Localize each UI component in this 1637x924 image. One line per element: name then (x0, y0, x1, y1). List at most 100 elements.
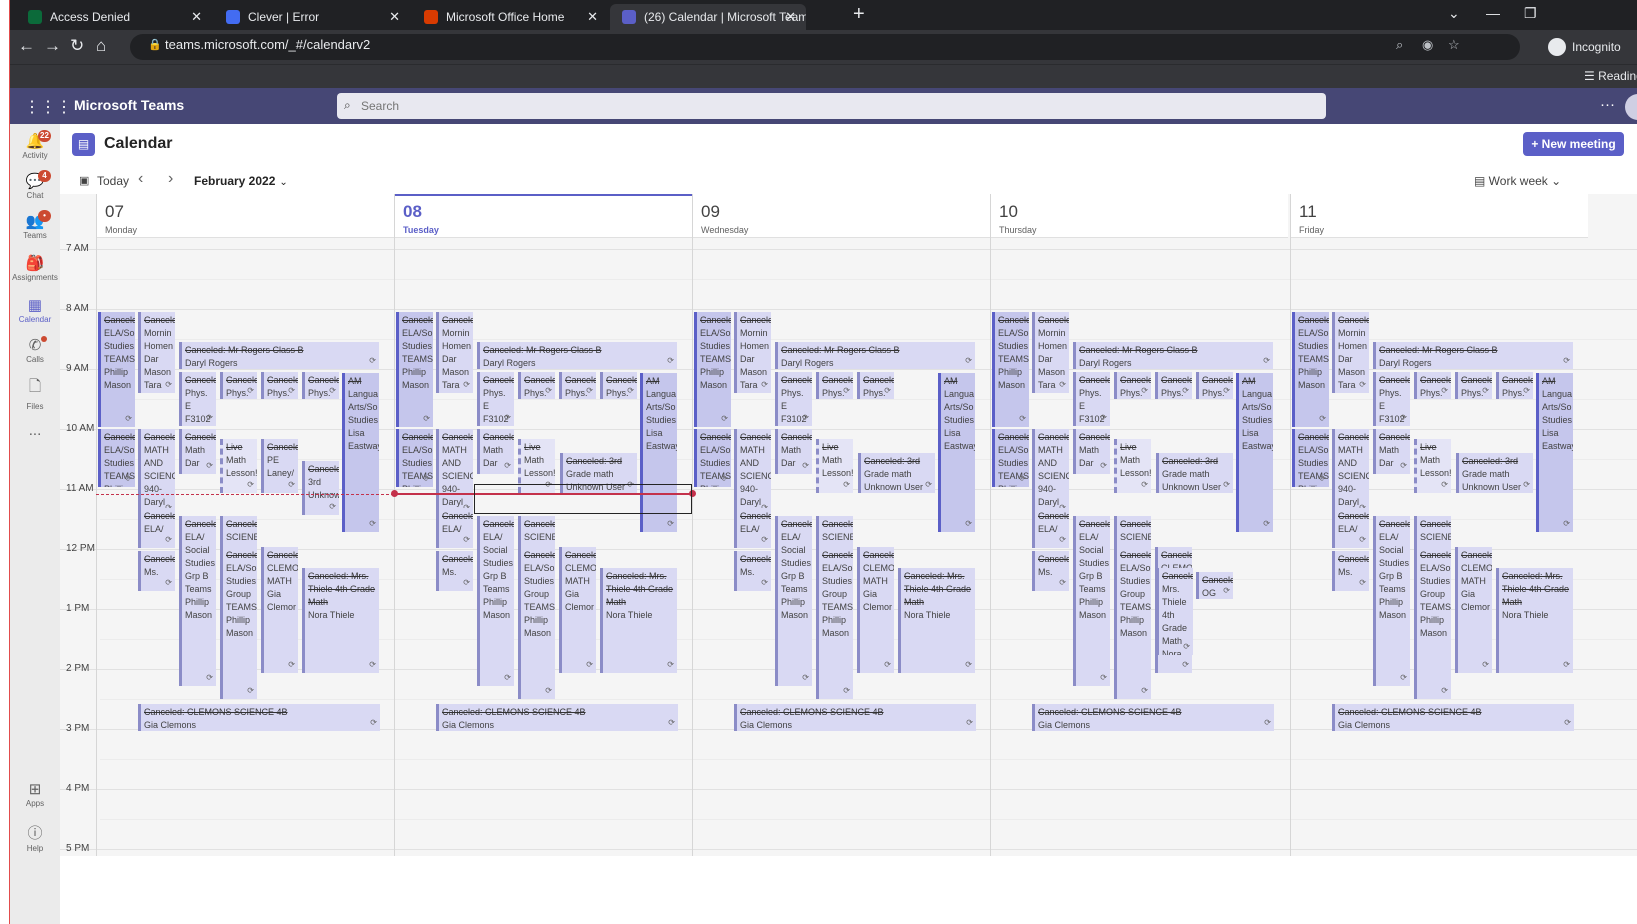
calendar-event[interactable]: Canceled: Mr Rogers Class B Daryl Rogers ⟳ (477, 342, 677, 370)
calendar-event[interactable]: Canceled:MathDar⟳ (179, 428, 216, 474)
calendar-event[interactable]: Canceled:Phys. EF3102 v⟳ (1496, 372, 1533, 400)
reading-list[interactable]: ☰ Reading li (1584, 69, 1637, 83)
calendar-event[interactable]: Canceled: ELA/So Studies Group TEAMS Phillip M… (220, 546, 257, 699)
calendar-event[interactable]: Canceled: ELA/So Studies Group TEAMS Phillip M… (1114, 546, 1151, 699)
calendar-grid[interactable]: 7 AM 8 AM 9 AM 10 AM 11 AM 12 PM 1 PM 2 PM 3 PM 4… (60, 194, 1637, 856)
calendar-event[interactable]: Canceled:ELA/SoStudiesTEAMSPhillipMason⟳ (992, 428, 1029, 487)
calendar-event[interactable]: Canceled:MathDar⟳ (1373, 428, 1410, 474)
calendar-event[interactable]: Canceled: CLEMONS SCIENCE 4B Gia Clemons ⟳ (1032, 704, 1274, 731)
calendar-event[interactable]: Canceled: ELA/Social Studies Grp B Teams Phil… (477, 516, 514, 686)
calendar-event[interactable]: Canceled:ELA/SoStudiesTEAMSPhillipMason⟳ (396, 428, 433, 487)
zoom-icon[interactable]: ⌕ (1396, 37, 1403, 53)
calendar-event[interactable]: Canceled:MATHANDSCIENC940-Daryl⟳ (436, 428, 473, 516)
calendar-event[interactable]: Canceled:Phys. EF3102 v⟳ (857, 372, 894, 400)
calendar-event[interactable]: Canceled: Mr Rogers Class B Daryl Rogers ⟳ (1073, 342, 1273, 370)
rail-calendar[interactable]: ▦ Calendar (10, 296, 60, 324)
avatar[interactable] (1625, 94, 1637, 120)
incognito-profile[interactable]: Incognito (1548, 35, 1621, 59)
calendar-event[interactable]: Canceled:ELA/⟳ (436, 507, 473, 548)
tab-teams-calendar[interactable]: (26) Calendar | Microsoft Teams ✕ (610, 4, 806, 30)
back-icon[interactable]: ← (18, 36, 35, 56)
previous-week-icon[interactable]: ‹ (138, 170, 143, 188)
calendar-event[interactable]: Canceled:OG SmAnt⟳ (1196, 572, 1233, 599)
calendar-event[interactable]: AM Langua Arts/So Studies Lisa Eastway ⟳ (342, 372, 379, 532)
calendar-event[interactable]: Canceled:Phys. EF3102 v⟳ (559, 372, 596, 400)
calendar-event[interactable]: Canceled: Mrs. Thiele 4th Grade Math Nora… (302, 567, 379, 673)
rail-teams[interactable]: 👥 Teams • (10, 210, 60, 240)
tab-search-icon[interactable]: ⌄ (1448, 5, 1460, 22)
calendar-event[interactable]: Canceled: 3rd Grade math Unknown User ⟳ (1456, 453, 1533, 494)
calendar-event[interactable]: Canceled:MorninHomenDarMasonTara⟳ (734, 312, 771, 394)
calendar-event[interactable]: Live Math Lesson! ⟳ (1414, 438, 1451, 493)
calendar-event[interactable]: Canceled: CLEMONS SCIENCE 4B Gia Clemons ⟳ (1332, 704, 1574, 731)
reload-icon[interactable]: ↻ (70, 36, 84, 56)
calendar-event[interactable]: AM Langua Arts/So Studies Lisa Eastway ⟳ (1536, 372, 1573, 532)
calendar-event[interactable]: Canceled:MATHANDSCIENC940-Daryl⟳ (734, 428, 771, 516)
search-input[interactable] (361, 96, 1261, 116)
calendar-event[interactable]: Canceled: CLEMONS SCIENCE 4B Gia Clemons ⟳ (138, 704, 380, 731)
calendar-event[interactable]: Canceled:3rdUnknow⟳ (302, 461, 339, 515)
tab-access-denied[interactable]: Access Denied ✕ (16, 4, 212, 30)
calendar-event[interactable]: Canceled:ELA/SoStudiesTEAMSPhillipMason⟳ (694, 312, 731, 428)
calendar-event[interactable]: Canceled: ELA/So Studies Group TEAMS Phillip M… (816, 546, 853, 699)
calendar-event[interactable]: Canceled: ELA/Social Studies Grp B Teams Phil… (1073, 516, 1110, 686)
calendar-event[interactable]: Canceled: Mr Rogers Class B Daryl Rogers ⟳ (179, 342, 379, 370)
calendar-event[interactable]: Canceled: Mr Rogers Class B Daryl Rogers ⟳ (1373, 342, 1573, 370)
calendar-event[interactable]: Canceled:MATHANDSCIENC940-Daryl⟳ (138, 428, 175, 516)
rail-apps[interactable]: ⊞ Apps (10, 780, 60, 808)
calendar-event[interactable]: AM Langua Arts/So Studies Lisa Eastway ⟳ (1236, 372, 1273, 532)
rail-files[interactable]: 🗋 Files (10, 376, 60, 411)
calendar-event[interactable]: Canceled: Mrs. Thiele 4th Grade Math Nora… (600, 567, 677, 673)
rail-assignments[interactable]: 🎒 Assignments (10, 254, 60, 282)
calendar-event[interactable]: Canceled:ELA/SoStudiesTEAMSPhillipMason⟳ (98, 312, 135, 428)
calendar-event[interactable]: Canceled:MorninHomenDarMasonTara⟳ (1332, 312, 1369, 394)
calendar-event[interactable]: Canceled: ELA/So Studies Group TEAMS Phillip M… (1414, 546, 1451, 699)
calendar-event[interactable]: Canceled:MATHANDSCIENC940-Daryl⟳ (1032, 428, 1069, 516)
calendar-event[interactable]: Canceled:MorninHomenDarMasonTara⟳ (436, 312, 473, 394)
calendar-event[interactable]: Canceled: 3rd Grade math Unknown User ⟳ (858, 453, 935, 494)
calendar-event[interactable]: Canceled:PELaney/⟳ (261, 438, 298, 493)
calendar-event[interactable]: Canceled: ELA/Social Studies Grp B Teams Phil… (179, 516, 216, 686)
calendar-event[interactable]: Canceled:Phys. EF3102 v⟳ (1155, 372, 1192, 400)
calendar-event[interactable]: Canceled: CLEMONS SCIENCE 4B Gia Clemons ⟳ (734, 704, 976, 731)
calendar-event[interactable]: Canceled:Phys. EF3102 v⟳ (302, 372, 339, 400)
calendar-event[interactable]: Canceled:Phys. EF3102 v⟳ (1196, 372, 1233, 400)
calendar-event[interactable]: Canceled:MathDar⟳ (775, 428, 812, 474)
url-text[interactable]: teams.microsoft.com/_#/calendarv2 (165, 37, 370, 52)
calendar-event[interactable]: Canceled:ELA/SoStudiesTEAMSPhillipMason⟳ (396, 312, 433, 428)
calendar-event[interactable]: Canceled:Phys. EF3102 v⟳ (220, 372, 257, 400)
calendar-event[interactable]: Canceled:Phys. EF3102 v⟳ (1373, 372, 1410, 427)
calendar-event[interactable]: Canceled:MathDar⟳ (1073, 428, 1110, 474)
calendar-event[interactable]: Live Math Lesson! ⟳ (816, 438, 853, 493)
calendar-event[interactable]: Canceled:ELA/⟳ (734, 507, 771, 548)
rail-chat[interactable]: 💬 Chat 4 (10, 170, 60, 200)
calendar-event[interactable]: Canceled:Phys. EF3102 v⟳ (261, 372, 298, 400)
month-picker[interactable]: February 2022 ⌄ (194, 174, 288, 188)
calendar-event[interactable]: Canceled:Phys. EF3102 v⟳ (179, 372, 216, 427)
calendar-event[interactable]: Canceled:Ms.⟳ (138, 551, 175, 592)
calendar-event[interactable]: Canceled: 3rd Grade math Unknown User ⟳ (1156, 453, 1233, 494)
close-icon[interactable]: ✕ (785, 4, 796, 30)
calendar-event[interactable]: AM Langua Arts/So Studies Lisa Eastway ⟳ (938, 372, 975, 532)
home-icon[interactable]: ⌂ (96, 36, 106, 56)
calendar-event[interactable]: Canceled:ELA/⟳ (138, 507, 175, 548)
calendar-event[interactable]: Canceled:ELA/SoStudiesTEAMSPhillipMason⟳ (1292, 428, 1329, 487)
selected-time-slot[interactable] (474, 484, 692, 515)
calendar-event[interactable]: Canceled: CLEMO MATH Gia Clemor ⟳ (1455, 546, 1492, 673)
calendar-event[interactable]: Canceled: CLEMO MATH Gia Clemor ⟳ (559, 546, 596, 673)
eye-icon[interactable]: ◉ (1422, 37, 1433, 53)
app-launcher-icon[interactable]: ⋮⋮⋮ (24, 97, 72, 117)
calendar-event[interactable]: Canceled:Phys. EF3102 v⟳ (775, 372, 812, 427)
calendar-event[interactable]: Canceled:Phys. EF3102 v⟳ (1455, 372, 1492, 400)
calendar-event[interactable]: Canceled: Mrs. Thiele 4th Grade Math Nora… (898, 567, 975, 673)
calendar-event[interactable]: Canceled: CLEMONS SCIENCE 4B Gia Clemons ⟳ (436, 704, 678, 731)
rail-activity[interactable]: 🔔 Activity 22 (10, 130, 60, 160)
calendar-event[interactable]: Live Math Lesson! ⟳ (220, 438, 257, 493)
calendar-event[interactable]: Canceled:Phys. EF3102 v⟳ (477, 372, 514, 427)
calendar-event[interactable]: Canceled:Phys. EF3102 v⟳ (600, 372, 637, 400)
tab-office-home[interactable]: Microsoft Office Home ✕ (412, 4, 608, 30)
calendar-event[interactable]: Canceled: ELA/Social Studies Grp B Teams Phil… (1373, 516, 1410, 686)
calendar-event[interactable]: Canceled:Phys. EF3102 v⟳ (1073, 372, 1110, 427)
calendar-event[interactable]: Canceled: ELA/So Studies Group TEAMS Phillip M… (518, 546, 555, 699)
lock-icon[interactable]: 🔒 (148, 38, 162, 51)
